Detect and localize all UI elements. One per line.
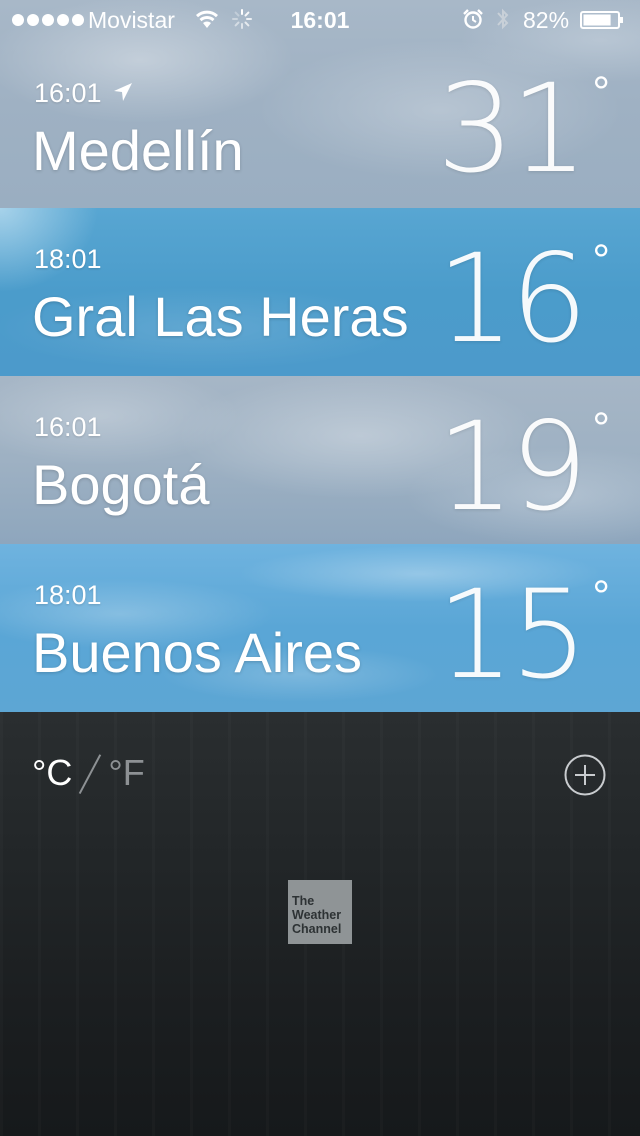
bluetooth-icon [497,8,509,30]
add-city-button[interactable] [564,754,606,796]
city-list: 16:01 Medellín 31 ° 18:01 Gral Las Heras… [0,0,640,712]
city-local-time: 18:01 [34,580,102,610]
city-row-buenos-aires[interactable]: 18:01 Buenos Aires 15 ° [0,544,640,712]
city-name: Buenos Aires [32,621,362,684]
city-local-time: 18:01 [34,244,102,274]
city-local-time: 16:01 [34,78,134,109]
degree-symbol: ° [592,68,610,117]
weather-channel-logo[interactable]: The Weather Channel [288,880,352,944]
city-row-gral-las-heras[interactable]: 18:01 Gral Las Heras 16 ° [0,208,640,376]
city-local-time: 16:01 [34,412,102,442]
degree-symbol: ° [592,236,610,285]
battery-percentage: 82% [523,7,570,33]
city-temperature: 19 [436,396,588,538]
city-temperature: 31 [436,58,588,200]
unit-toggle[interactable]: °C °F [32,752,145,794]
location-arrow-icon [113,83,132,101]
city-name: Medellín [32,119,244,182]
unit-separator [78,752,102,794]
celsius-option[interactable]: °C [32,752,72,794]
city-temperature: 15 [436,564,588,706]
city-temperature: 16 [436,228,588,370]
city-row-bogota[interactable]: 16:01 Bogotá 19 ° [0,376,640,544]
alarm-clock-icon [463,9,483,29]
battery-icon [580,11,623,29]
fahrenheit-option[interactable]: °F [108,752,144,794]
status-bar: Movistar 16:01 82% [0,0,640,40]
degree-symbol: ° [592,404,610,453]
city-name: Bogotá [32,453,210,516]
footer: °C °F The Weather Channel [0,712,640,1136]
city-name: Gral Las Heras [32,285,409,348]
degree-symbol: ° [592,572,610,621]
